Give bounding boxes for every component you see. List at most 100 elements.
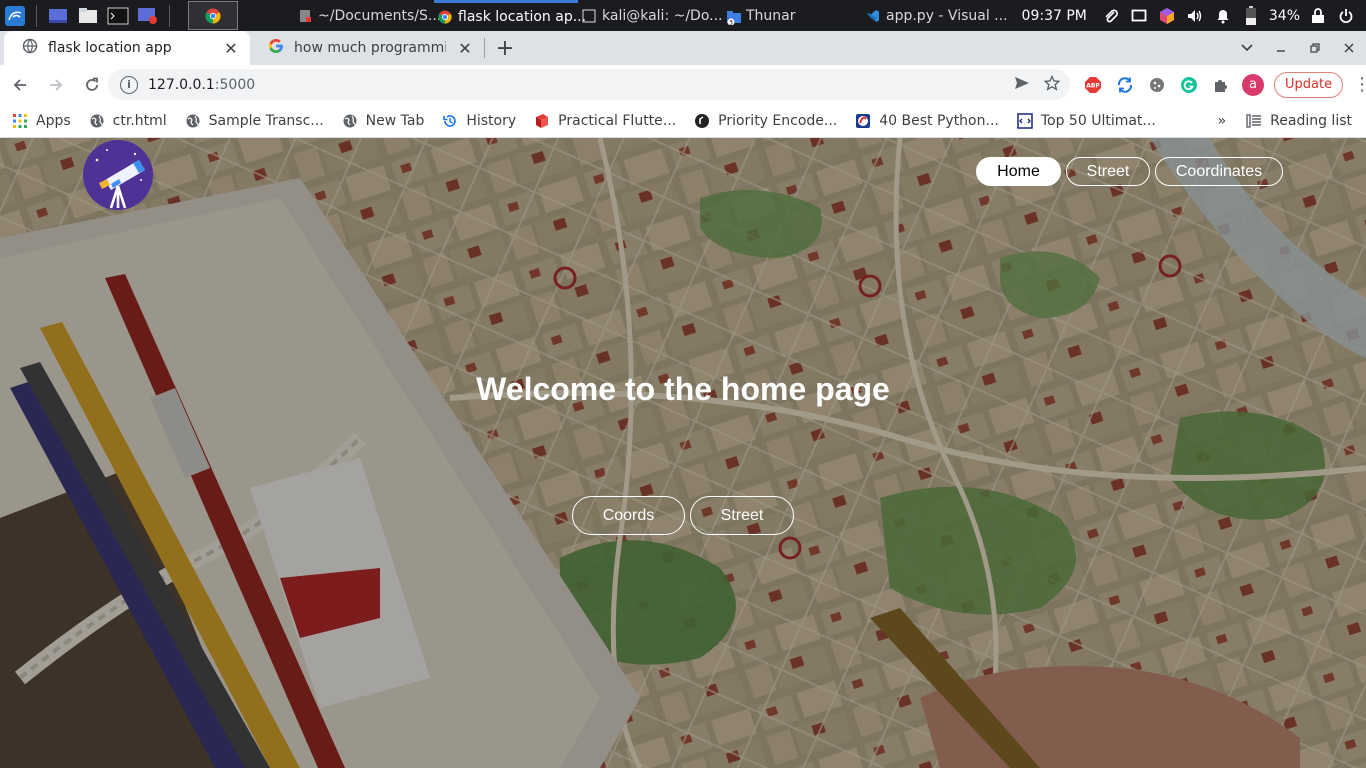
reading-list-icon [1246,113,1262,129]
notification-bell-icon[interactable] [1213,6,1233,26]
tab-divider [484,38,485,58]
battery-icon[interactable] [1241,5,1261,26]
profile-avatar[interactable]: a [1242,73,1264,96]
taskbar-window-terminal[interactable]: kali@kali: ~/Do... [578,0,723,31]
reading-list-button[interactable]: Reading list [1246,113,1352,129]
bookmark-new-tab[interactable]: New Tab [342,112,425,129]
chrome-icon [438,10,452,24]
power-icon[interactable] [1336,6,1356,26]
os-taskbar: ~/Documents/S... flask location ap... ka… [0,0,1366,31]
taskbar-window-vscode[interactable]: app.py - Visual ... [862,0,1012,31]
adblock-icon[interactable]: ABP [1082,74,1104,96]
back-arrow-icon[interactable] [4,69,36,101]
bookmark-label: Top 50 Ultimat... [1040,112,1156,129]
bookmark-apps[interactable]: Apps [12,113,71,129]
show-desktop-icon[interactable] [43,0,73,31]
street-button[interactable]: Street [690,496,794,535]
bookmarks-right: » Reading list [1218,104,1352,138]
clock[interactable]: 09:37 PM [1022,8,1087,24]
bookmark-ctr-html[interactable]: ctr.html [89,113,167,129]
tab-title: flask location app [48,40,172,56]
taskbar-launchers [0,0,238,31]
update-button[interactable]: Update [1274,71,1344,98]
bookmark-sample-transcript[interactable]: Sample Transc... [185,113,324,129]
bookmark-label: New Tab [365,112,425,129]
address-url[interactable]: 127.0.0.1:5000 [148,77,255,93]
bookmark-practical-flutter[interactable]: Practical Flutte... [534,113,676,129]
app-cube-icon[interactable] [1157,6,1177,26]
file-manager-icon[interactable] [73,0,103,31]
bookmark-40-best-python[interactable]: 40 Best Python... [855,113,999,129]
browser-toolbar: i 127.0.0.1:5000 ABP a Update ⋮ [0,65,1366,104]
bookmark-label: ctr.html [112,112,167,129]
paperclip-icon[interactable] [1101,6,1121,26]
nav-street-button[interactable]: Street [1066,157,1150,186]
nav-home-button[interactable]: Home [976,157,1061,186]
browser-tabstrip: flask location app ✕ how much programmin… [0,31,1366,65]
minimize-icon[interactable] [1264,31,1298,65]
bookmarks-bar: Apps ctr.html Sample Transc... New Tab H… [0,104,1366,138]
terminal-icon [582,9,596,23]
restore-icon[interactable] [1298,31,1332,65]
battery-percent: 34% [1268,7,1300,24]
taskbar-window-chrome[interactable]: flask location ap... [434,0,586,31]
taskbar-window-documents[interactable]: ~/Documents/S... [294,0,441,31]
chrome-launcher-icon[interactable] [188,1,238,30]
close-window-icon[interactable] [1332,31,1366,65]
tab-search-chevron-icon[interactable] [1230,31,1264,65]
address-bar[interactable]: i 127.0.0.1:5000 [108,69,1070,100]
browser-tab-active[interactable]: flask location app ✕ [4,31,250,65]
bookmark-label: Apps [36,112,71,129]
kali-menu-icon[interactable] [0,0,30,31]
lock-icon[interactable] [1308,6,1328,26]
taskbar-window-label: flask location ap... [458,9,587,25]
screen-recorder-icon[interactable] [133,0,163,31]
more-bookmarks-chevron-icon[interactable]: » [1218,113,1227,129]
python-icon [855,113,871,129]
new-tab-button[interactable]: + [491,31,519,65]
omnibox-actions [1014,69,1061,100]
circle-icon [694,113,710,129]
bookmark-history[interactable]: History [442,113,516,129]
bookmark-top-50-ultimate[interactable]: Top 50 Ultimat... [1017,113,1156,129]
bookmark-label: History [466,112,517,129]
taskbar-separator [169,4,170,27]
taskbar-window-thunar[interactable]: 3 Thunar [722,0,862,31]
tab-close-icon[interactable]: ✕ [456,39,474,58]
nav-coordinates-button[interactable]: Coordinates [1155,157,1283,186]
globe-icon [342,113,358,129]
send-to-device-icon[interactable] [1014,75,1030,94]
svg-text:3: 3 [729,19,733,25]
file-icon [298,9,312,23]
grammarly-icon[interactable] [1178,74,1200,96]
tab-close-icon[interactable]: ✕ [222,39,240,58]
globe-favicon-icon [22,38,38,58]
taskbar-separator [36,4,37,27]
volume-icon[interactable] [1185,6,1205,26]
display-icon[interactable] [1129,6,1149,26]
globe-icon [185,113,201,129]
dark-overlay [0,138,1366,768]
cookie-extension-icon[interactable] [1146,74,1168,96]
extensions-puzzle-icon[interactable] [1210,74,1232,96]
coords-button[interactable]: Coords [572,496,685,535]
bookmark-priority-encoder[interactable]: Priority Encode... [694,113,837,129]
chrome-menu-icon[interactable]: ⋮ [1353,74,1366,95]
page-title: Welcome to the home page [476,371,890,407]
google-favicon-icon [268,38,284,58]
terminal-launcher-icon[interactable] [103,0,133,31]
telescope-logo-icon[interactable] [83,140,153,210]
bookmark-label: 40 Best Python... [879,112,999,129]
code-icon [1017,112,1033,129]
window-controls [1230,31,1366,65]
book-icon [534,113,550,129]
forward-arrow-icon[interactable] [40,69,72,101]
taskbar-window-label: app.py - Visual ... [886,7,1008,24]
extensions-area: ABP a Update ⋮ [1082,65,1366,104]
sync-extension-icon[interactable] [1114,74,1136,96]
reload-icon[interactable] [76,69,108,101]
site-info-icon[interactable]: i [120,75,138,94]
taskbar-window-label: Thunar [746,7,796,24]
browser-tab-inactive[interactable]: how much programming c ✕ [250,31,484,65]
bookmark-star-icon[interactable] [1043,74,1061,95]
